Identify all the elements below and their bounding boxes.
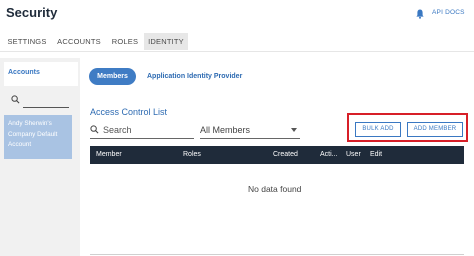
member-filter-select[interactable]: All Members xyxy=(200,125,250,135)
bulk-add-button[interactable]: BULK ADD xyxy=(355,122,401,137)
search-input-underline xyxy=(90,138,194,139)
account-search-input[interactable] xyxy=(23,107,69,108)
search-icon xyxy=(90,125,99,134)
column-actions[interactable]: Acti... xyxy=(320,151,338,158)
column-edit[interactable]: Edit xyxy=(370,151,382,158)
empty-table-message: No data found xyxy=(248,184,302,194)
search-input[interactable]: Search xyxy=(103,125,132,135)
column-created[interactable]: Created xyxy=(273,151,298,158)
column-user[interactable]: User xyxy=(346,151,361,158)
identity-provider-link[interactable]: Application Identity Provider xyxy=(147,73,242,80)
column-roles[interactable]: Roles xyxy=(183,151,201,158)
add-member-button[interactable]: ADD MEMBER xyxy=(407,122,463,137)
tab-settings[interactable]: SETTINGS xyxy=(5,33,49,50)
api-docs-link[interactable]: API DOCS xyxy=(432,9,465,16)
acl-title: Access Control List xyxy=(90,107,168,117)
search-icon xyxy=(11,95,20,104)
table-divider xyxy=(90,254,464,255)
accounts-heading: Accounts xyxy=(8,69,40,76)
chevron-down-icon[interactable] xyxy=(291,128,297,132)
tab-accounts[interactable]: ACCOUNTS xyxy=(54,33,104,50)
section-tabs: SETTINGS ACCOUNTS ROLES IDENTITY xyxy=(0,30,474,52)
account-name: Andy Sherwin's Company Default Account xyxy=(8,120,58,148)
tab-roles[interactable]: ROLES xyxy=(110,33,140,50)
members-pill[interactable]: Members xyxy=(89,68,136,85)
bell-icon[interactable] xyxy=(416,9,424,19)
tab-identity[interactable]: IDENTITY xyxy=(144,33,188,50)
member-filter-underline xyxy=(200,138,300,139)
table-header: Member Roles Created Acti... User Edit xyxy=(90,146,464,164)
column-member[interactable]: Member xyxy=(96,151,122,158)
page-title: Security xyxy=(6,5,58,20)
top-bar: Security API DOCS xyxy=(0,0,474,28)
